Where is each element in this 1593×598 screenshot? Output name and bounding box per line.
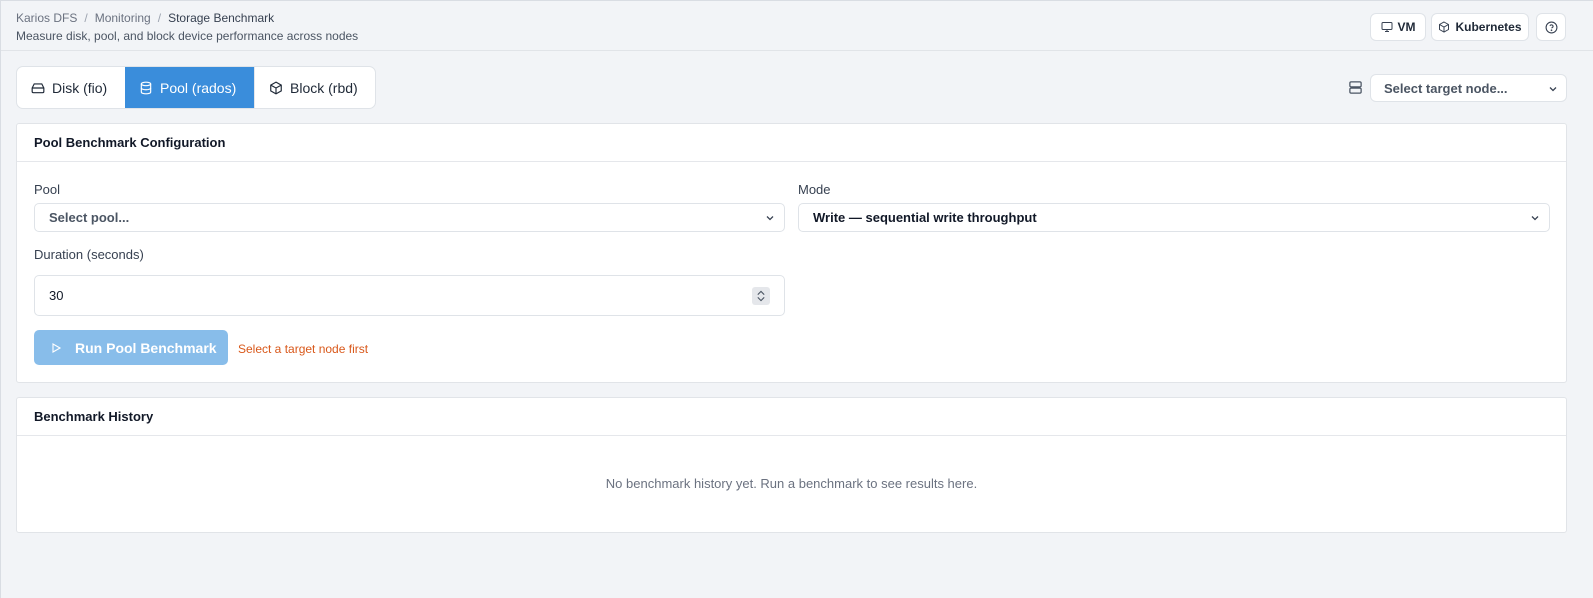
breadcrumb-item-monitoring[interactable]: Monitoring	[95, 11, 151, 25]
chevron-down-icon	[766, 216, 774, 221]
tab-block[interactable]: Block (rbd)	[254, 67, 375, 108]
tab-pool-label: Pool (rados)	[160, 79, 237, 96]
play-icon	[52, 342, 62, 353]
duration-label: Duration (seconds)	[34, 247, 144, 262]
page-subtitle: Measure disk, pool, and block device per…	[16, 29, 359, 43]
mode-select[interactable]: Write — sequential write throughput	[798, 203, 1550, 232]
package-icon	[1439, 21, 1450, 33]
hard-drive-icon	[31, 82, 45, 93]
mode-select-value: Write — sequential write throughput	[813, 210, 1037, 225]
help-circle-icon	[1545, 21, 1557, 33]
server-icon	[1349, 81, 1362, 94]
duration-stepper[interactable]	[752, 287, 770, 305]
mode-label: Mode	[798, 182, 831, 197]
help-button[interactable]	[1536, 13, 1566, 41]
benchmark-history-card: Benchmark History No benchmark history y…	[16, 397, 1567, 533]
pool-label: Pool	[34, 182, 61, 197]
tab-disk-label: Disk (fio)	[52, 79, 108, 96]
target-node-select[interactable]: Select target node...	[1370, 74, 1567, 102]
duration-input-value: 30	[49, 288, 64, 303]
breadcrumb-separator: /	[84, 11, 88, 25]
tab-block-label: Block (rbd)	[290, 79, 358, 96]
chevron-down-icon[interactable]	[757, 296, 765, 302]
tab-disk[interactable]: Disk (fio)	[17, 67, 125, 108]
pool-select-value: Select pool...	[49, 210, 130, 225]
database-icon	[140, 81, 152, 94]
page-header: Karios DFS / Monitoring / Storage Benchm…	[1, 1, 1593, 51]
run-hint-text: Select a target node first	[238, 342, 369, 356]
breadcrumb: Karios DFS / Monitoring / Storage Benchm…	[16, 11, 274, 25]
run-pool-benchmark-label: Run Pool Benchmark	[75, 339, 217, 356]
breadcrumb-item-current: Storage Benchmark	[168, 11, 275, 25]
vm-button[interactable]: VM	[1370, 13, 1426, 41]
pool-benchmark-config-card: Pool Benchmark Configuration Pool Select…	[16, 123, 1567, 383]
chevron-down-icon	[1549, 87, 1557, 92]
kubernetes-button-label: Kubernetes	[1455, 20, 1522, 34]
history-empty-message: No benchmark history yet. Run a benchmar…	[605, 476, 978, 491]
box-icon	[270, 80, 282, 95]
kubernetes-button[interactable]: Kubernetes	[1431, 13, 1529, 41]
breadcrumb-separator: /	[157, 11, 162, 25]
pool-select[interactable]: Select pool...	[34, 203, 785, 232]
target-node-select-value: Select target node...	[1384, 80, 1508, 96]
tab-pool[interactable]: Pool (rados)	[125, 67, 254, 108]
benchmark-tabs: Disk (fio) Pool (rados) Block (rbd)	[16, 66, 376, 109]
run-pool-benchmark-button[interactable]: Run Pool Benchmark	[34, 330, 228, 365]
card-title: Benchmark History	[17, 398, 1566, 436]
monitor-icon	[1381, 22, 1392, 32]
breadcrumb-item-root[interactable]: Karios DFS	[16, 11, 77, 25]
duration-input[interactable]: 30	[34, 275, 785, 316]
card-title: Pool Benchmark Configuration	[17, 124, 1566, 162]
chevron-down-icon	[1531, 216, 1539, 221]
vm-button-label: VM	[1397, 20, 1416, 34]
